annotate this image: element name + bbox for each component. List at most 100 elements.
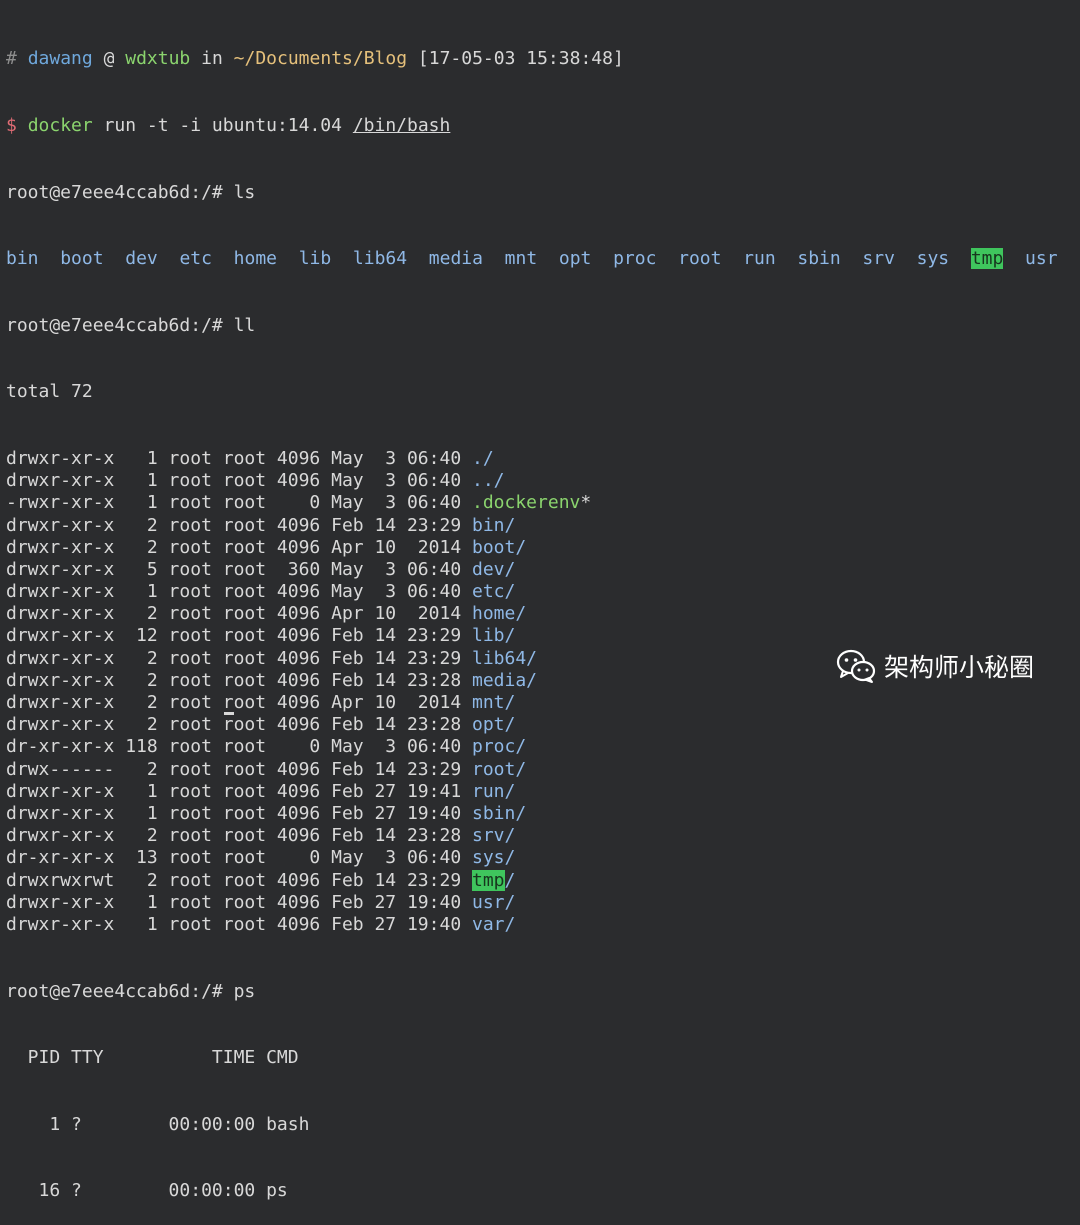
ls-entry-srv: srv xyxy=(862,248,895,270)
watermark: 架构师小秘圈 xyxy=(836,648,1034,684)
ll-row-meta: drwxr-xr-x 1 root root 4096 Feb 27 19:40 xyxy=(6,913,472,935)
ll-row-meta: drwxr-xr-x 1 root root 4096 May 3 06:40 xyxy=(6,470,472,492)
ll-row-name: etc/ xyxy=(472,581,516,603)
terminal-cursor xyxy=(224,712,234,715)
ll-row: -rwxr-xr-x 1 root root 0 May 3 06:40 .do… xyxy=(6,492,592,514)
ll-row-name: sbin/ xyxy=(472,802,527,824)
ll-row-name: boot/ xyxy=(472,536,527,558)
docker-args: run -t -i ubuntu:14.04 xyxy=(103,115,342,136)
host-prompt-line: # dawang @ wdxtub in ~/Documents/Blog [1… xyxy=(6,48,1080,70)
prompt-hash: # xyxy=(6,48,17,70)
ll-row: drwxr-xr-x 2 root root 4096 Apr 10 2014 … xyxy=(6,603,1080,625)
ll-row: drwxr-xr-x 1 root root 4096 Feb 27 19:40… xyxy=(6,803,1080,825)
ps-row: 1 ? 00:00:00 bash xyxy=(6,1113,310,1135)
ls-entry-media: media xyxy=(428,248,483,270)
prompt-at: @ xyxy=(103,48,115,70)
ls-entry-boot: boot xyxy=(60,248,104,270)
ll-row-name: ./ xyxy=(472,447,494,469)
command-ll: ll xyxy=(233,314,256,336)
ls-entry-lib64: lib64 xyxy=(352,248,408,270)
ls-entry-root: root xyxy=(678,248,722,270)
ls-entry-dev: dev xyxy=(125,248,158,270)
docker-shell: /bin/bash xyxy=(352,115,451,136)
prompt-in: in xyxy=(201,48,223,70)
ll-row-meta: drwxr-xr-x 2 root root 4096 Feb 14 23:28 xyxy=(6,714,472,736)
ll-row-meta: drwxr-xr-x 1 root root 4096 Feb 27 19:40 xyxy=(6,802,472,824)
ll-command-line: root@e7eee4ccab6d:/# ll xyxy=(6,315,1080,337)
command-ps: ps xyxy=(233,980,256,1002)
ll-row-name: sys/ xyxy=(472,847,516,869)
ll-row: drwxr-xr-x 12 root root 4096 Feb 14 23:2… xyxy=(6,625,1080,647)
ls-entry-bin: bin xyxy=(6,248,39,270)
ll-row-meta: drwxr-xr-x 12 root root 4096 Feb 14 23:2… xyxy=(6,625,472,647)
ll-listing: drwxr-xr-x 1 root root 4096 May 3 06:40 … xyxy=(6,448,1080,936)
ll-row: dr-xr-xr-x 118 root root 0 May 3 06:40 p… xyxy=(6,736,1080,758)
ls-entry-etc: etc xyxy=(179,248,212,270)
ps-row: 16 ? 00:00:00 ps xyxy=(6,1180,1080,1202)
ls-entry-home: home xyxy=(233,248,278,270)
ll-row-meta: drwxr-xr-x 1 root root 4096 Feb 27 19:40 xyxy=(6,891,472,913)
ll-row: drwxr-xr-x 5 root root 360 May 3 06:40 d… xyxy=(6,559,1080,581)
ll-row-name: mnt/ xyxy=(472,692,516,714)
ll-row-meta: drwxr-xr-x 2 root root 4096 Apr 10 2014 xyxy=(6,603,472,625)
ll-row: drwxr-xr-x 2 root root 4096 Apr 10 2014 … xyxy=(6,537,1080,559)
ll-row-meta: -rwxr-xr-x 1 root root 0 May 3 06:40 xyxy=(6,492,472,514)
ll-row-name: .dockerenv xyxy=(472,492,581,514)
container-prompt: root@e7eee4ccab6d:/# xyxy=(6,980,223,1002)
ll-row-name: root/ xyxy=(472,758,527,780)
command-ls: ls xyxy=(233,181,256,203)
prompt-dollar: $ xyxy=(6,115,17,136)
ls-entry-mnt: mnt xyxy=(504,248,538,270)
ll-row-name: bin/ xyxy=(472,514,516,536)
ll-row-name: opt/ xyxy=(472,714,516,736)
ls-entry-opt: opt xyxy=(558,248,592,270)
ll-row-meta: drwxr-xr-x 2 root root 4096 Apr 10 2014 xyxy=(6,536,472,558)
ll-row: drwxrwxrwt 2 root root 4096 Feb 14 23:29… xyxy=(6,869,1080,892)
ll-row-meta: drwxr-xr-x 2 root root 4096 Apr 10 2014 xyxy=(6,692,472,714)
ll-row-meta: drwxr-xr-x 2 root root 4096 Feb 14 23:29 xyxy=(6,647,472,669)
ll-row: drwxr-xr-x 2 root root 4096 Feb 14 23:28… xyxy=(6,825,1080,847)
ll-row-name: var/ xyxy=(472,913,516,935)
ll-row-name: proc/ xyxy=(472,736,527,758)
ls-output: bin boot dev etc home lib lib64 media mn… xyxy=(6,248,1080,270)
ll-row-name: lib64/ xyxy=(472,647,538,669)
ll-row-meta: dr-xr-xr-x 118 root root 0 May 3 06:40 xyxy=(6,736,472,758)
ps-header: PID TTY TIME CMD xyxy=(6,1047,299,1069)
ls-entry-proc: proc xyxy=(613,248,657,270)
wechat-icon xyxy=(836,648,876,684)
ls-command-line: root@e7eee4ccab6d:/# ls xyxy=(6,182,1080,204)
container-prompt: root@e7eee4ccab6d:/# xyxy=(6,181,223,203)
ll-row: drwxr-xr-x 2 root root 4096 Apr 10 2014 … xyxy=(6,692,1080,714)
ll-row-meta: dr-xr-xr-x 13 root root 0 May 3 06:40 xyxy=(6,847,472,869)
ls-entry-sys: sys xyxy=(916,248,950,270)
ll-row: drwxr-xr-x 1 root root 4096 Feb 27 19:40… xyxy=(6,914,1080,936)
ll-row: drwxr-xr-x 1 root root 4096 May 3 06:40 … xyxy=(6,581,1080,603)
prompt-host: wdxtub xyxy=(125,48,191,70)
ll-row-meta: drwx------ 2 root root 4096 Feb 14 23:29 xyxy=(6,758,472,780)
ls-entry-sbin: sbin xyxy=(797,248,841,270)
ll-row: dr-xr-xr-x 13 root root 0 May 3 06:40 sy… xyxy=(6,847,1080,869)
ll-row-meta: drwxr-xr-x 2 root root 4096 Feb 14 23:28 xyxy=(6,669,472,691)
ls-entry-run: run xyxy=(743,248,776,270)
prompt-user: dawang xyxy=(27,48,93,70)
ll-row-name: media/ xyxy=(472,669,538,691)
prompt-path: ~/Documents/Blog xyxy=(233,48,408,70)
ll-row: drwxr-xr-x 2 root root 4096 Feb 14 23:28… xyxy=(6,714,1080,736)
ll-row-name: lib/ xyxy=(472,625,516,647)
ll-row-meta: drwxr-xr-x 2 root root 4096 Feb 14 23:28 xyxy=(6,825,472,847)
ll-row-meta: drwxr-xr-x 1 root root 4096 May 3 06:40 xyxy=(6,447,472,469)
ls-entry-tmp: tmp xyxy=(970,248,1004,270)
ps-command-line: root@e7eee4ccab6d:/# ps xyxy=(6,981,1080,1003)
ll-row-meta: drwxr-xr-x 1 root root 4096 Feb 27 19:41 xyxy=(6,780,472,802)
ll-row-name: home/ xyxy=(472,603,527,625)
ll-row: drwxr-xr-x 1 root root 4096 May 3 06:40 … xyxy=(6,448,1080,470)
docker-command-line: $ docker run -t -i ubuntu:14.04 /bin/bas… xyxy=(6,115,1080,137)
prompt-timestamp: [17-05-03 15:38:48] xyxy=(417,48,624,70)
ll-row-name: run/ xyxy=(472,780,516,802)
ll-row-name: usr/ xyxy=(472,891,516,913)
ll-row-meta: drwxr-xr-x 1 root root 4096 May 3 06:40 xyxy=(6,581,472,603)
container-prompt: root@e7eee4ccab6d:/# xyxy=(6,314,223,336)
ll-row-meta: drwxr-xr-x 5 root root 360 May 3 06:40 xyxy=(6,558,472,580)
ll-row-name: ../ xyxy=(472,470,505,492)
ll-row: drwx------ 2 root root 4096 Feb 14 23:29… xyxy=(6,759,1080,781)
